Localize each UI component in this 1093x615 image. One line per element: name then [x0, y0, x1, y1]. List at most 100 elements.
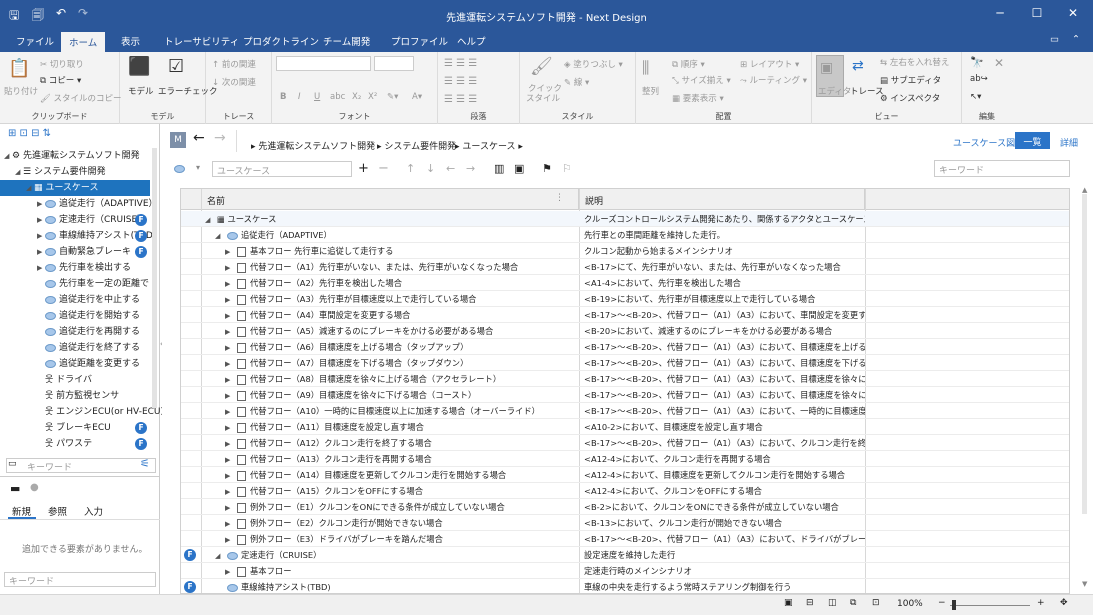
palette-search[interactable]: キーワード — [4, 572, 156, 587]
tree-node[interactable]: 웃 パワステ — [0, 436, 150, 452]
paste-button[interactable]: 貼り付け — [4, 85, 38, 97]
cut-button[interactable]: ✂ 切り取り — [40, 58, 84, 70]
close-icon[interactable]: ✕ — [1063, 6, 1083, 20]
usecase-diagram-link[interactable]: ユースケース図 — [953, 136, 1015, 149]
row-expand-icon[interactable]: ◢ — [215, 552, 227, 560]
row-expand-icon[interactable]: ◢ — [215, 232, 227, 240]
table-row[interactable]: ◢ ▦ ユースケース クルーズコントロールシステム開発にあたり、関係するアクタとユー… — [181, 211, 1069, 227]
row-expand-icon[interactable]: ▶ — [225, 344, 237, 352]
bold-button[interactable]: B — [280, 92, 286, 102]
table-row[interactable]: ▶ 代替フロー（A12）クルコン走行を終了する場合 <B-17>～<B-20>、代替… — [181, 435, 1069, 451]
expand-arrow-icon[interactable]: ▶ — [37, 216, 45, 224]
table-row[interactable]: ◢ 定速走行（CRUISE） 設定速度を維持した走行 F — [181, 547, 1069, 563]
tab-view[interactable]: 表示 — [121, 34, 140, 48]
column-menu-icon[interactable]: ⋮ — [555, 193, 564, 203]
tree-node[interactable]: ◢ ▦ ユースケース — [0, 180, 150, 196]
delete-icon[interactable]: ✕ — [994, 56, 1004, 70]
quick-style-label2[interactable]: スタイル — [526, 92, 560, 104]
tab-team[interactable]: チーム開発 — [323, 34, 370, 48]
indent-icon[interactable]: → — [466, 162, 475, 175]
table-row[interactable]: ▶ 代替フロー（A8）目標速度を徐々に上げる場合（アクセラレート） <B-17>～<… — [181, 371, 1069, 387]
tab-new[interactable]: 新規 — [12, 504, 31, 518]
strike-button[interactable]: abc — [330, 92, 345, 102]
table-row[interactable]: ▶ 基本フロー 定速走行時のメインシナリオ — [181, 563, 1069, 579]
row-expand-icon[interactable]: ▶ — [225, 424, 237, 432]
table-row[interactable]: ▶ 代替フロー（A15）クルコンをOFFにする場合 <A12-4>において、クルコン… — [181, 483, 1069, 499]
move-down-icon[interactable]: ↓ — [426, 162, 435, 175]
tab-profile[interactable]: プロファイル — [391, 34, 448, 48]
keyword-filter-input[interactable]: キーワード — [934, 160, 1070, 177]
tree-node[interactable]: 追従走行を終了する — [0, 340, 150, 356]
table-row[interactable]: ▶ 基本フロー 先行車に追従して走行する クルコン起動から始まるメインシナリオ — [181, 243, 1069, 259]
zoom-out-icon[interactable]: − — [938, 598, 946, 608]
next-relation-button[interactable]: ↓ 次の関連 — [212, 76, 256, 88]
select-icon[interactable]: ↖▾ — [970, 92, 981, 102]
prev-relation-button[interactable]: ↑ 前の関連 — [212, 58, 256, 70]
clear-filter-icon[interactable]: ⚐ — [562, 162, 572, 175]
back-icon[interactable]: ← — [193, 130, 205, 146]
navigator-toolbar-icons[interactable]: ⊞ ⊡ ⊟ ⇅ — [8, 128, 51, 139]
zoom-fit-icon[interactable]: ⊡ — [872, 598, 880, 608]
subscript-button[interactable]: X₂ — [352, 92, 361, 102]
expand-arrow-icon[interactable]: ▶ — [37, 232, 45, 240]
layout-button[interactable]: ⊞ レイアウト ▾ — [740, 58, 799, 70]
column-header-desc[interactable]: 説明 — [579, 189, 865, 210]
column-settings-icon[interactable]: ▣ — [514, 162, 524, 175]
tree-node[interactable]: ◢ ☰ システム要件開発 — [0, 164, 150, 180]
tree-node[interactable]: 웃 エンジンECU(or HV-ECU) — [0, 404, 164, 420]
outdent-icon[interactable]: ← — [446, 162, 455, 175]
row-expand-icon[interactable]: ▶ — [225, 536, 237, 544]
tab-input[interactable]: 入力 — [84, 504, 103, 518]
maximize-icon[interactable]: ☐ — [1027, 6, 1047, 20]
detail-view-link[interactable]: 詳細 — [1060, 136, 1078, 149]
row-expand-icon[interactable]: ▶ — [225, 360, 237, 368]
italic-button[interactable]: I — [298, 92, 301, 102]
table-row[interactable]: ▶ 代替フロー（A13）クルコン走行を再開する場合 <A12-4>において、クルコン… — [181, 451, 1069, 467]
tree-node[interactable]: ◢ ⚙ 先進運転システムソフト開発 — [0, 148, 150, 164]
trace-view-button[interactable]: トレース — [850, 85, 884, 97]
table-row[interactable]: ▶ 代替フロー（A7）目標速度を下げる場合（タップダウン） <B-17>～<B-20… — [181, 355, 1069, 371]
row-expand-icon[interactable]: ▶ — [225, 376, 237, 384]
table-row[interactable]: ▶ 例外フロー（E2）クルコン走行が開始できない場合 <B-13>において、クルコン… — [181, 515, 1069, 531]
grid-scrollbar[interactable] — [1082, 194, 1087, 514]
row-expand-icon[interactable]: ▶ — [225, 264, 237, 272]
tree-scrollbar[interactable] — [152, 148, 157, 408]
tree-node[interactable]: ▶ 追従走行（ADAPTIVE） — [0, 196, 158, 212]
tree-node[interactable]: ▶ 先行車を検出する — [0, 260, 150, 276]
trace-view-icon[interactable]: ⇄ — [852, 58, 864, 74]
tab-help[interactable]: ヘルプ — [457, 34, 486, 48]
info-icon[interactable]: ● — [30, 482, 39, 493]
row-expand-icon[interactable]: ▶ — [225, 456, 237, 464]
align-icon[interactable]: ⫼ — [642, 58, 649, 78]
minimize-icon[interactable]: ─ — [990, 6, 1010, 20]
zoom-slider[interactable] — [950, 605, 1030, 606]
palette-icon[interactable]: ▬ — [10, 482, 20, 495]
tree-node[interactable]: 웃 ドライバ — [0, 372, 150, 388]
copy-button[interactable]: ⧉ コピー ▾ — [40, 74, 81, 86]
table-row[interactable]: ▶ 代替フロー（A9）目標速度を徐々に下げる場合（コースト） <B-17>～<B-2… — [181, 387, 1069, 403]
tab-reference[interactable]: 参照 — [48, 504, 67, 518]
quick-style-icon[interactable]: 🖌 — [530, 56, 553, 77]
align-button[interactable]: 整列 — [642, 85, 659, 97]
find-icon[interactable]: 🔭 — [970, 56, 984, 69]
add-icon[interactable]: + — [358, 161, 369, 176]
zoom-in-icon[interactable]: + — [1037, 598, 1045, 608]
filter-icon[interactable]: ⚟ — [140, 457, 150, 470]
tree-node[interactable]: 先行車を一定の距離で — [0, 276, 150, 292]
expand-arrow-icon[interactable]: ▶ — [37, 248, 45, 256]
error-check-icon[interactable]: ☑ — [168, 56, 184, 77]
superscript-button[interactable]: X² — [368, 92, 377, 102]
indent-icon[interactable]: ☰ ☰ ☰ — [444, 94, 477, 105]
breadcrumb-item[interactable]: ▸ ユースケース ▸ — [455, 139, 523, 152]
tree-node[interactable]: 追従走行を開始する — [0, 308, 150, 324]
list-view-button[interactable]: 一覧 — [1015, 132, 1050, 149]
type-dropdown-icon[interactable]: ▾ — [196, 163, 200, 172]
size-align-button[interactable]: ⤡ サイズ揃え ▾ — [672, 74, 731, 86]
table-row[interactable]: ▶ 代替フロー（A1）先行車がいない、または、先行車がいなくなった場合 <B-17>… — [181, 259, 1069, 275]
sub-editor-button[interactable]: ▤ サブエディタ — [880, 74, 941, 86]
scroll-up-icon[interactable]: ▲ — [1082, 186, 1087, 194]
tab-traceability[interactable]: トレーサビリティ — [164, 34, 239, 48]
expand-arrow-icon[interactable]: ◢ — [4, 152, 12, 160]
table-row[interactable]: ▶ 代替フロー（A10）一時的に目標速度以上に加速する場合（オーバーライド） <B-… — [181, 403, 1069, 419]
tree-node[interactable]: 웃 ブレーキECU — [0, 420, 150, 436]
